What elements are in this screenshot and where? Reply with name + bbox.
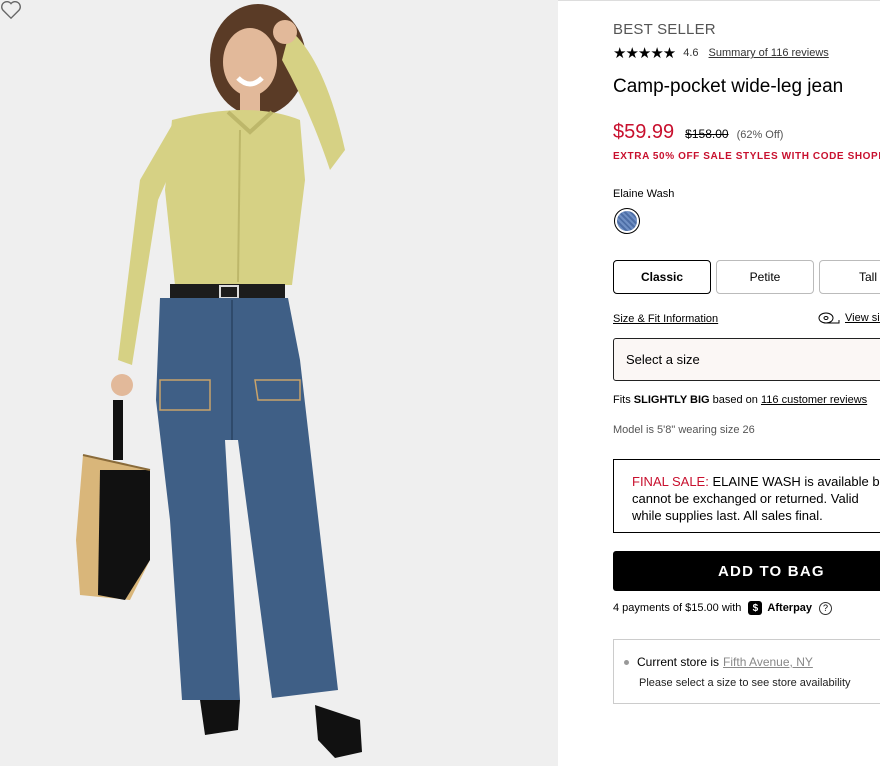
best-seller-badge: BEST SELLER (613, 21, 716, 38)
tab-petite[interactable]: Petite (716, 260, 814, 294)
tape-measure-icon (818, 312, 840, 324)
view-size-chart-link[interactable]: View size chart (818, 312, 880, 324)
bullet-icon (624, 659, 629, 665)
fit-note: Fits SLIGHTLY BIG based on 116 customer … (613, 394, 867, 406)
model-illustration (76, 4, 362, 758)
store-name-link[interactable]: Fifth Avenue, NY (723, 655, 813, 669)
fit-reviews-link[interactable]: 116 customer reviews (761, 394, 867, 406)
color-swatch-elaine-wash[interactable] (614, 208, 640, 234)
current-store-label: Current store is (637, 655, 720, 669)
help-icon[interactable]: ? (819, 601, 833, 615)
afterpay-text: 4 payments of $15.00 with (613, 602, 742, 614)
fit-tabs: Classic Petite Tall (613, 260, 880, 294)
rating-value: 4.6 (683, 47, 699, 59)
size-select-placeholder: Select a size (626, 352, 700, 367)
view-size-chart-label: View size chart (845, 312, 880, 324)
add-to-bag-button[interactable]: ADD TO BAG (613, 551, 880, 591)
heart-icon[interactable] (0, 0, 22, 20)
size-fit-info-link[interactable]: Size & Fit Information (613, 313, 718, 325)
fit-note-prefix: Fits (613, 394, 631, 406)
fit-note-value: SLIGHTLY BIG (633, 394, 710, 406)
final-sale-label: FINAL SALE: (632, 474, 709, 489)
afterpay-brand: Afterpay (767, 602, 813, 614)
final-sale-text-2: cannot be exchanged or returned. Valid (632, 491, 859, 506)
color-name: Elaine Wash (613, 188, 675, 200)
product-info-panel: BEST SELLER ★★★★★ 4.6 Summary of 116 rev… (613, 0, 880, 766)
store-note: Please select a size to see store availa… (639, 677, 851, 689)
tab-tall[interactable]: Tall (819, 260, 880, 294)
rating-stars-icon: ★★★★★ (613, 45, 676, 62)
price-row: $59.99 $158.00 (62% Off) (613, 121, 783, 144)
fit-note-mid: based on (712, 394, 758, 406)
final-sale-text-3: while supplies last. All sales final. (632, 508, 823, 523)
original-price: $158.00 (685, 127, 729, 141)
product-title: Camp-pocket wide-leg jean (613, 76, 844, 97)
final-sale-text-1: ELAINE WASH is available but (708, 474, 880, 489)
model-size-note: Model is 5'8" wearing size 26 (613, 424, 755, 436)
promo-message: EXTRA 50% OFF SALE STYLES WITH CODE SHOP… (613, 151, 880, 162)
afterpay-row: 4 payments of $15.00 with $ Afterpay ? (613, 601, 833, 615)
discount-percent: (62% Off) (736, 129, 784, 141)
current-store: Current store is Fifth Avenue, NY (624, 655, 813, 669)
tab-classic[interactable]: Classic (613, 260, 711, 294)
product-image[interactable] (0, 0, 558, 766)
afterpay-icon: $ (748, 601, 763, 615)
store-availability-box: Current store is Fifth Avenue, NY Please… (613, 639, 880, 704)
size-select[interactable]: Select a size (613, 338, 880, 381)
final-sale-notice: FINAL SALE: ELAINE WASH is available but… (613, 459, 880, 533)
sale-price: $59.99 (613, 121, 675, 143)
rating-row: ★★★★★ 4.6 Summary of 116 reviews (613, 44, 829, 62)
reviews-summary-link[interactable]: Summary of 116 reviews (709, 47, 829, 59)
